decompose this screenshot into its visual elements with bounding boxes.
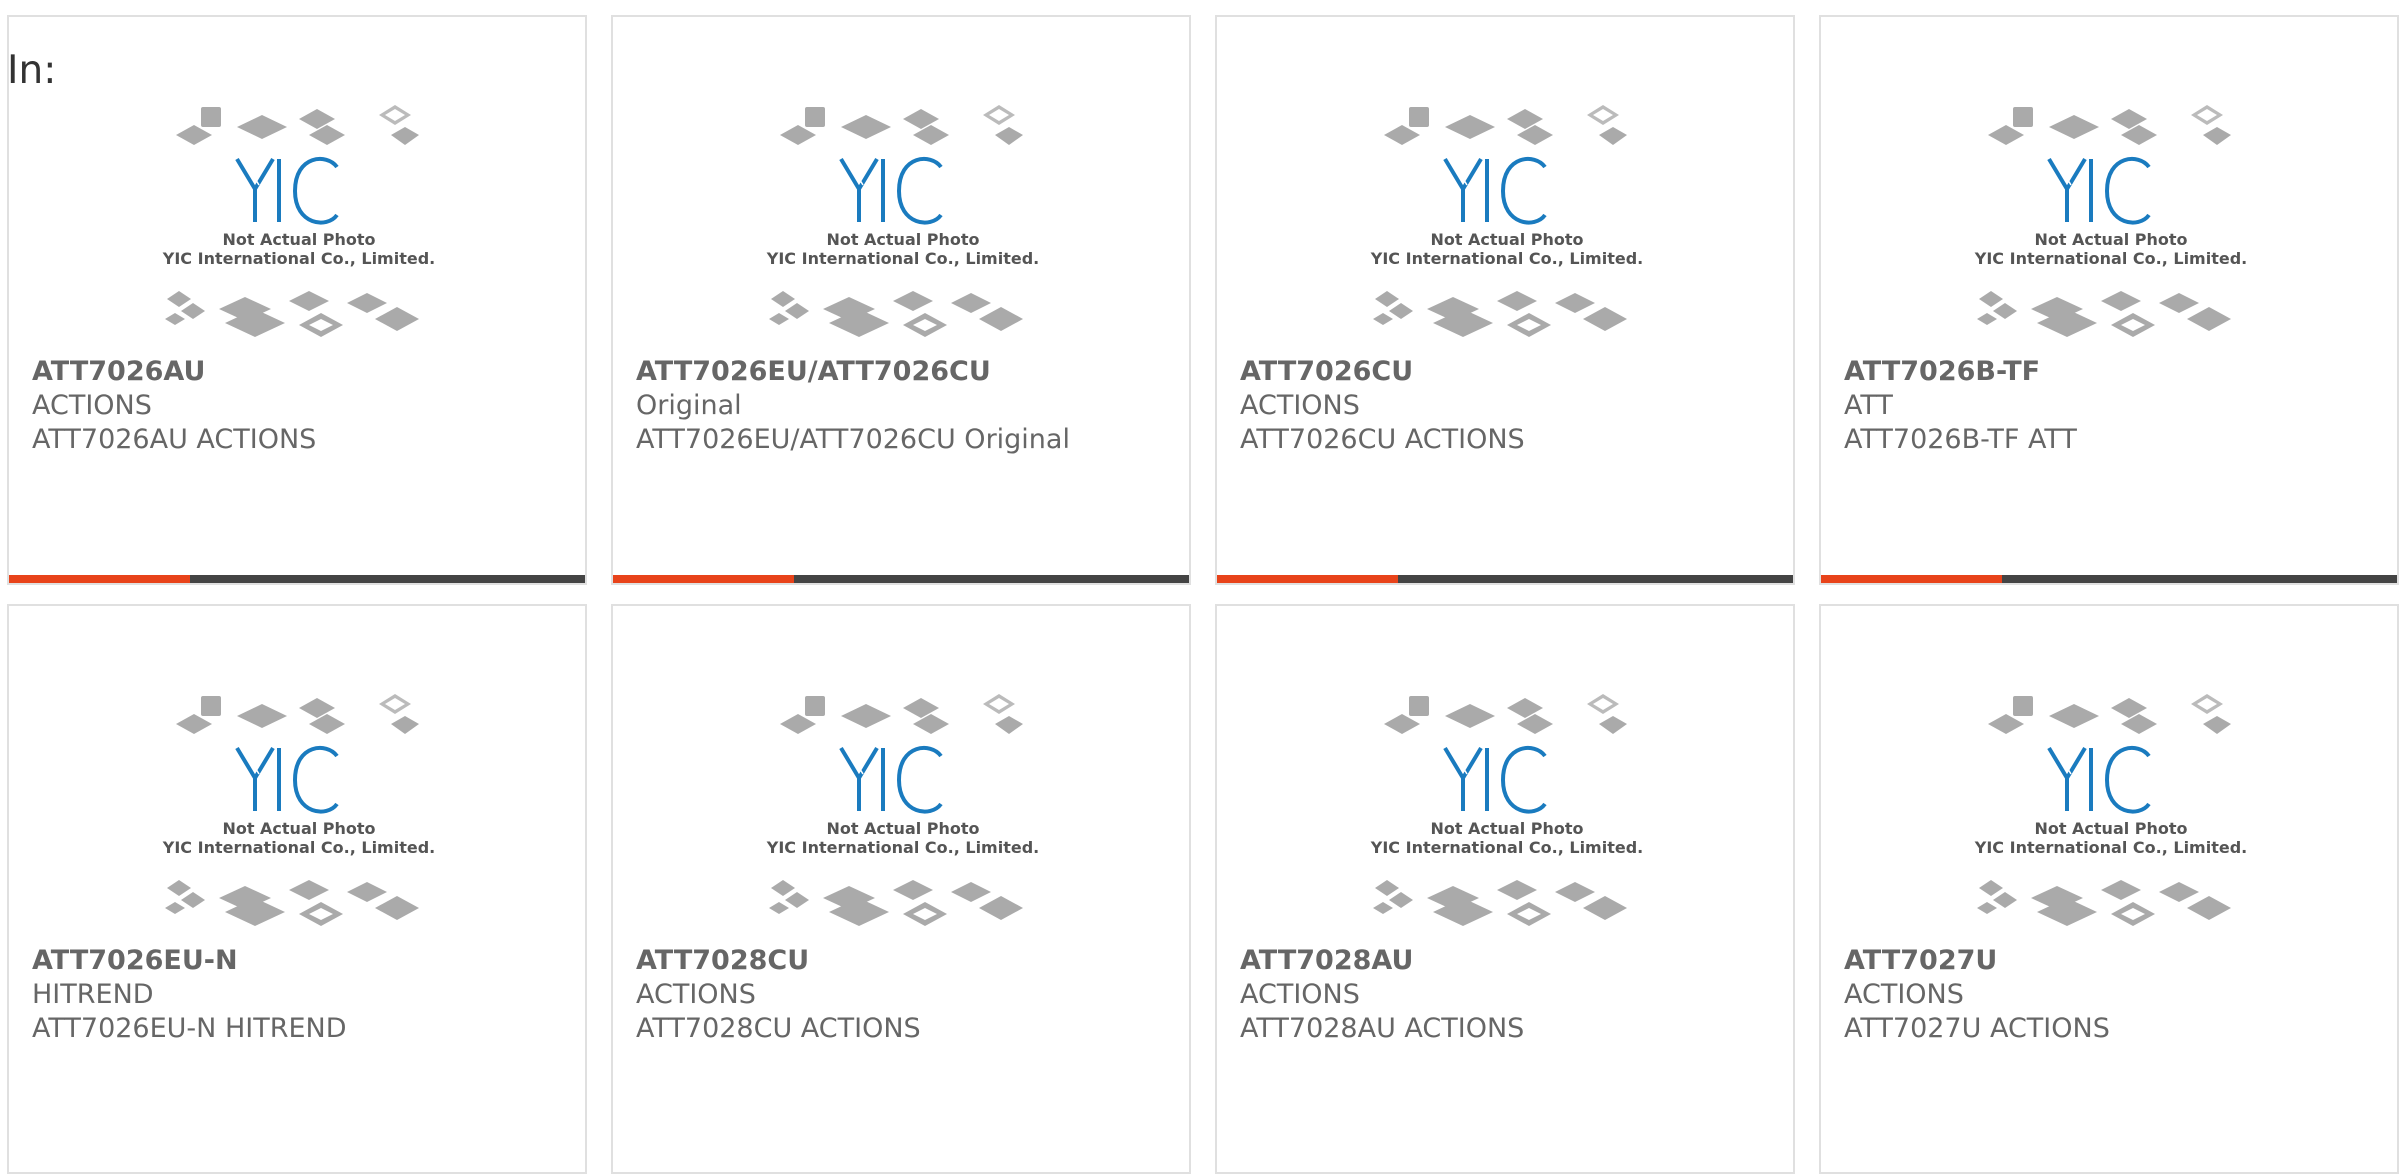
svg-text:YIC International Co., Limited: YIC International Co., Limited.: [1370, 249, 1643, 268]
part-number[interactable]: ATT7026EU/ATT7026CU: [636, 355, 1179, 389]
product-description: ATT7027U ACTIONS: [1844, 1013, 2110, 1044]
svg-text:YIC: YIC: [1506, 188, 1508, 190]
brand-name: ATT: [1844, 390, 1893, 421]
placeholder-photo: YIC Not Actual PhotoYIC International Co.…: [766, 694, 1039, 926]
product-card[interactable]: YIC Not Actual Photo YIC International Co.…: [611, 604, 1191, 1174]
part-number[interactable]: ATT7028CU: [636, 944, 1179, 978]
brand-name: ACTIONS: [32, 390, 152, 421]
product-card[interactable]: YIC Not Actual Photo YIC International Co.…: [1215, 604, 1795, 1174]
product-image[interactable]: YIC Not Actual Photo YIC International Co.…: [1357, 686, 1657, 926]
svg-text:Not Actual Photo: Not Actual Photo: [826, 230, 979, 249]
svg-text:YIC International Co., Limited: YIC International Co., Limited.: [1370, 838, 1643, 857]
svg-text:YIC: YIC: [1506, 777, 1508, 779]
product-card[interactable]: YIC Not Actual Photo YIC International Co.…: [611, 15, 1191, 585]
part-number[interactable]: ATT7027U: [1844, 944, 2387, 978]
svg-text:Not Actual Photo: Not Actual Photo: [1430, 819, 1583, 838]
filter-label: In:: [7, 48, 57, 93]
brand-name: ACTIONS: [1240, 979, 1360, 1010]
product-image[interactable]: YIC Not Actual Photo YIC International Co.…: [1961, 97, 2261, 337]
product-description: ATT7026B-TF ATT: [1844, 424, 2077, 455]
svg-text:YIC: YIC: [2110, 777, 2112, 779]
brand-name: ACTIONS: [1240, 390, 1360, 421]
svg-text:Not Actual Photo: Not Actual Photo: [2034, 230, 2187, 249]
card-accent-bar: [613, 575, 795, 583]
product-description: ATT7026EU-N HITREND: [32, 1013, 347, 1044]
placeholder-photo: YIC Not Actual PhotoYIC International Co.…: [1974, 105, 2247, 337]
svg-text:YIC International Co., Limited: YIC International Co., Limited.: [1974, 249, 2247, 268]
card-bottom-bar: [1821, 575, 2397, 583]
card-bottom-bar: [9, 575, 585, 583]
brand-name: Original: [636, 390, 742, 421]
card-bottom-bar: [613, 575, 1189, 583]
part-number[interactable]: ATT7026EU-N: [32, 944, 575, 978]
svg-text:YIC International Co., Limited: YIC International Co., Limited.: [766, 838, 1039, 857]
svg-text:Not Actual Photo: Not Actual Photo: [2034, 819, 2187, 838]
product-description: ATT7028AU ACTIONS: [1240, 1013, 1525, 1044]
card-bottom-bar: [1217, 575, 1793, 583]
product-image[interactable]: YIC Not Actual Photo YIC International Co.…: [1357, 97, 1657, 337]
product-card[interactable]: YIC Not Actual Photo YIC International Co.…: [7, 604, 587, 1174]
placeholder-photo: YIC Not Actual PhotoYIC International Co.…: [1370, 694, 1643, 926]
product-description: ATT7026AU ACTIONS: [32, 424, 317, 455]
svg-text:Not Actual Photo: Not Actual Photo: [222, 230, 375, 249]
svg-text:YIC International Co., Limited: YIC International Co., Limited.: [162, 838, 435, 857]
svg-text:YIC: YIC: [2110, 188, 2112, 190]
svg-text:YIC International Co., Limited: YIC International Co., Limited.: [1974, 838, 2247, 857]
card-accent-bar: [1821, 575, 2003, 583]
product-description: ATT7026EU/ATT7026CU Original: [636, 424, 1070, 455]
card-accent-bar: [1217, 575, 1399, 583]
product-card[interactable]: YIC Not Actual Photo YIC International Co.…: [7, 15, 587, 585]
product-card[interactable]: YIC Not Actual Photo YIC International Co.…: [1819, 604, 2399, 1174]
placeholder-photo: YIC Not Actual PhotoYIC International Co.…: [766, 105, 1039, 337]
svg-text:Not Actual Photo: Not Actual Photo: [222, 819, 375, 838]
part-number[interactable]: ATT7026AU: [32, 355, 575, 389]
svg-text:YIC International Co., Limited: YIC International Co., Limited.: [162, 249, 435, 268]
product-description: ATT7026CU ACTIONS: [1240, 424, 1525, 455]
product-image[interactable]: YIC Not Actual Photo YIC International Co.…: [753, 97, 1053, 337]
brand-name: ACTIONS: [636, 979, 756, 1010]
product-image[interactable]: YIC Not Actual Photo YIC International Co.…: [1961, 686, 2261, 926]
svg-text:YIC International Co., Limited: YIC International Co., Limited.: [766, 249, 1039, 268]
product-image[interactable]: YIC Not Actual Photo YIC International Co.…: [149, 686, 449, 926]
svg-text:YIC: YIC: [902, 777, 904, 779]
placeholder-photo: YIC Not Actual PhotoYIC International Co.…: [1974, 694, 2247, 926]
product-description: ATT7028CU ACTIONS: [636, 1013, 921, 1044]
part-number[interactable]: ATT7028AU: [1240, 944, 1783, 978]
product-card[interactable]: YIC Not Actual Photo YIC International Co.…: [1819, 15, 2399, 585]
placeholder-photo: YIC Not Actual PhotoYIC International Co.…: [162, 694, 435, 926]
product-card[interactable]: YIC Not Actual Photo YIC International Co.…: [1215, 15, 1795, 585]
svg-text:Not Actual Photo: Not Actual Photo: [826, 819, 979, 838]
svg-text:YIC: YIC: [298, 188, 300, 190]
brand-name: ACTIONS: [1844, 979, 1964, 1010]
part-number[interactable]: ATT7026CU: [1240, 355, 1783, 389]
svg-text:YIC: YIC: [298, 777, 300, 779]
svg-text:Not Actual Photo: Not Actual Photo: [1430, 230, 1583, 249]
svg-text:YIC: YIC: [902, 188, 904, 190]
placeholder-photo: YIC Not Actual PhotoYIC International Co.…: [162, 105, 435, 337]
product-image[interactable]: YIC Not Actual Photo YIC International Co.…: [753, 686, 1053, 926]
card-accent-bar: [9, 575, 191, 583]
product-image[interactable]: YIC Not Actual Photo YIC International Co.…: [149, 97, 449, 337]
placeholder-photo: YIC Not Actual PhotoYIC International Co.…: [1370, 105, 1643, 337]
part-number[interactable]: ATT7026B-TF: [1844, 355, 2387, 389]
brand-name: HITREND: [32, 979, 154, 1010]
